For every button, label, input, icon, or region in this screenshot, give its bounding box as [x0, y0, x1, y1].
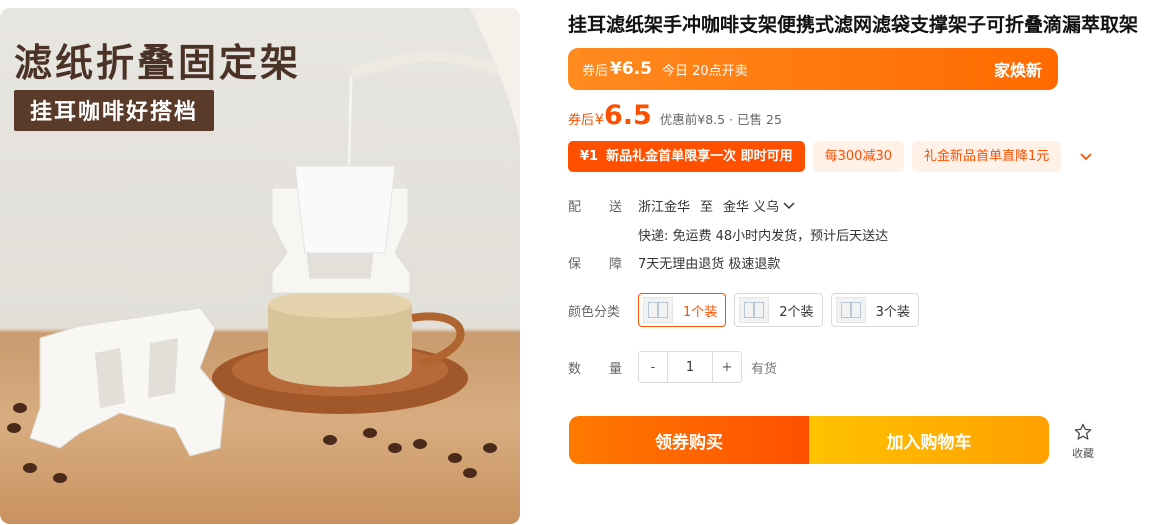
shipping-info: 快递: 免运费 48小时内发货，预计后天送达	[638, 229, 889, 244]
promo-banner[interactable]: 券后 ¥6.5 今日 20点开卖 家焕新	[568, 48, 1058, 90]
sku-option-selected[interactable]: 1个装	[638, 293, 727, 327]
guarantee-text: 7天无理由退货 极速退款	[638, 257, 781, 272]
quantity-label-b: 量	[609, 361, 623, 377]
quantity-minus-button[interactable]: -	[639, 352, 667, 382]
product-title: 挂耳滤纸架手冲咖啡支架便携式滤网滤袋支撑架子可折叠滴漏萃取架	[568, 14, 1139, 36]
favorite-label: 收藏	[1072, 447, 1094, 460]
delivery-label-a: 配	[568, 200, 582, 215]
banner-price: ¥6.5	[610, 59, 652, 79]
action-buttons: 领券购买 加入购物车	[569, 416, 1049, 464]
sku-option[interactable]: 2个装	[734, 293, 823, 327]
price-currency: ¥	[595, 112, 604, 128]
delivery-to-selector[interactable]: 金华 义乌	[723, 196, 795, 215]
delivery-label-b: 送	[609, 200, 623, 215]
sku-row: 颜色分类 1个装 2个装 3个装	[568, 293, 919, 327]
coupon-item[interactable]: 礼金新品首单直降1元	[911, 141, 1062, 172]
coupon-row: ¥1 新品礼金首单限享一次 即时可用 每300减30 礼金新品首单直降1元	[568, 141, 1103, 172]
guarantee-label: 保障	[568, 253, 638, 272]
price-coupon-label: 券后	[568, 113, 595, 128]
favorite-button[interactable]: 收藏	[1066, 422, 1100, 461]
sku-options: 1个装 2个装 3个装	[638, 293, 919, 327]
banner-coupon-label: 券后	[582, 63, 609, 79]
chevron-down-icon	[783, 201, 795, 209]
sku-option-label: 3个装	[875, 304, 910, 320]
star-icon	[1074, 423, 1092, 440]
quantity-row: 数量 - 1 + 有货	[568, 351, 777, 383]
price-original: 优惠前¥8.5 · 已售 25	[659, 112, 782, 127]
coupon-expand-button[interactable]	[1069, 141, 1103, 172]
delivery-to-word: 至	[700, 200, 714, 215]
quantity-input[interactable]: 1	[667, 352, 713, 382]
stock-status: 有货	[751, 361, 778, 377]
chevron-down-icon	[1080, 152, 1092, 160]
coupon-main-amount: ¥1	[580, 149, 599, 164]
sku-option-label: 2个装	[779, 304, 814, 320]
price-row: 券后 ¥ 6.5 优惠前¥8.5 · 已售 25	[568, 102, 782, 129]
banner-time: 今日 20点开卖	[661, 63, 748, 79]
sku-thumbnail	[739, 297, 770, 323]
add-to-cart-button[interactable]: 加入购物车	[809, 416, 1049, 464]
delivery-row: 配送 浙江金华 至 金华 义乌	[568, 196, 795, 215]
product-image: 滤纸折叠固定架 挂耳咖啡好搭档	[0, 8, 520, 524]
delivery-from: 浙江金华	[638, 200, 691, 215]
banner-badge: 家焕新	[993, 61, 1042, 80]
image-tag: 挂耳咖啡好搭档	[14, 90, 215, 131]
delivery-label: 配送	[568, 196, 638, 215]
delivery-to: 金华 义乌	[723, 200, 780, 215]
sku-thumbnail	[835, 297, 866, 323]
coupon-item[interactable]: 每300减30	[812, 141, 904, 172]
quantity-stepper: - 1 +	[638, 351, 742, 383]
guarantee-row: 保障 7天无理由退货 极速退款	[568, 253, 780, 272]
coupon-main-text: 新品礼金首单限享一次 即时可用	[606, 149, 793, 164]
sku-thumbnail	[643, 297, 673, 323]
image-headline: 滤纸折叠固定架	[14, 41, 302, 85]
price-value: 6.5	[603, 100, 652, 131]
sku-label: 颜色分类	[568, 304, 621, 320]
buy-button[interactable]: 领券购买	[569, 416, 809, 464]
sku-option-label: 1个装	[683, 304, 718, 320]
coupon-main[interactable]: ¥1 新品礼金首单限享一次 即时可用	[568, 141, 805, 172]
guarantee-label-b: 障	[609, 257, 623, 272]
quantity-label: 数量	[568, 358, 638, 377]
guarantee-label-a: 保	[568, 257, 582, 272]
quantity-plus-button[interactable]: +	[713, 352, 741, 382]
quantity-label-a: 数	[568, 361, 582, 377]
sku-option[interactable]: 3个装	[830, 293, 919, 327]
